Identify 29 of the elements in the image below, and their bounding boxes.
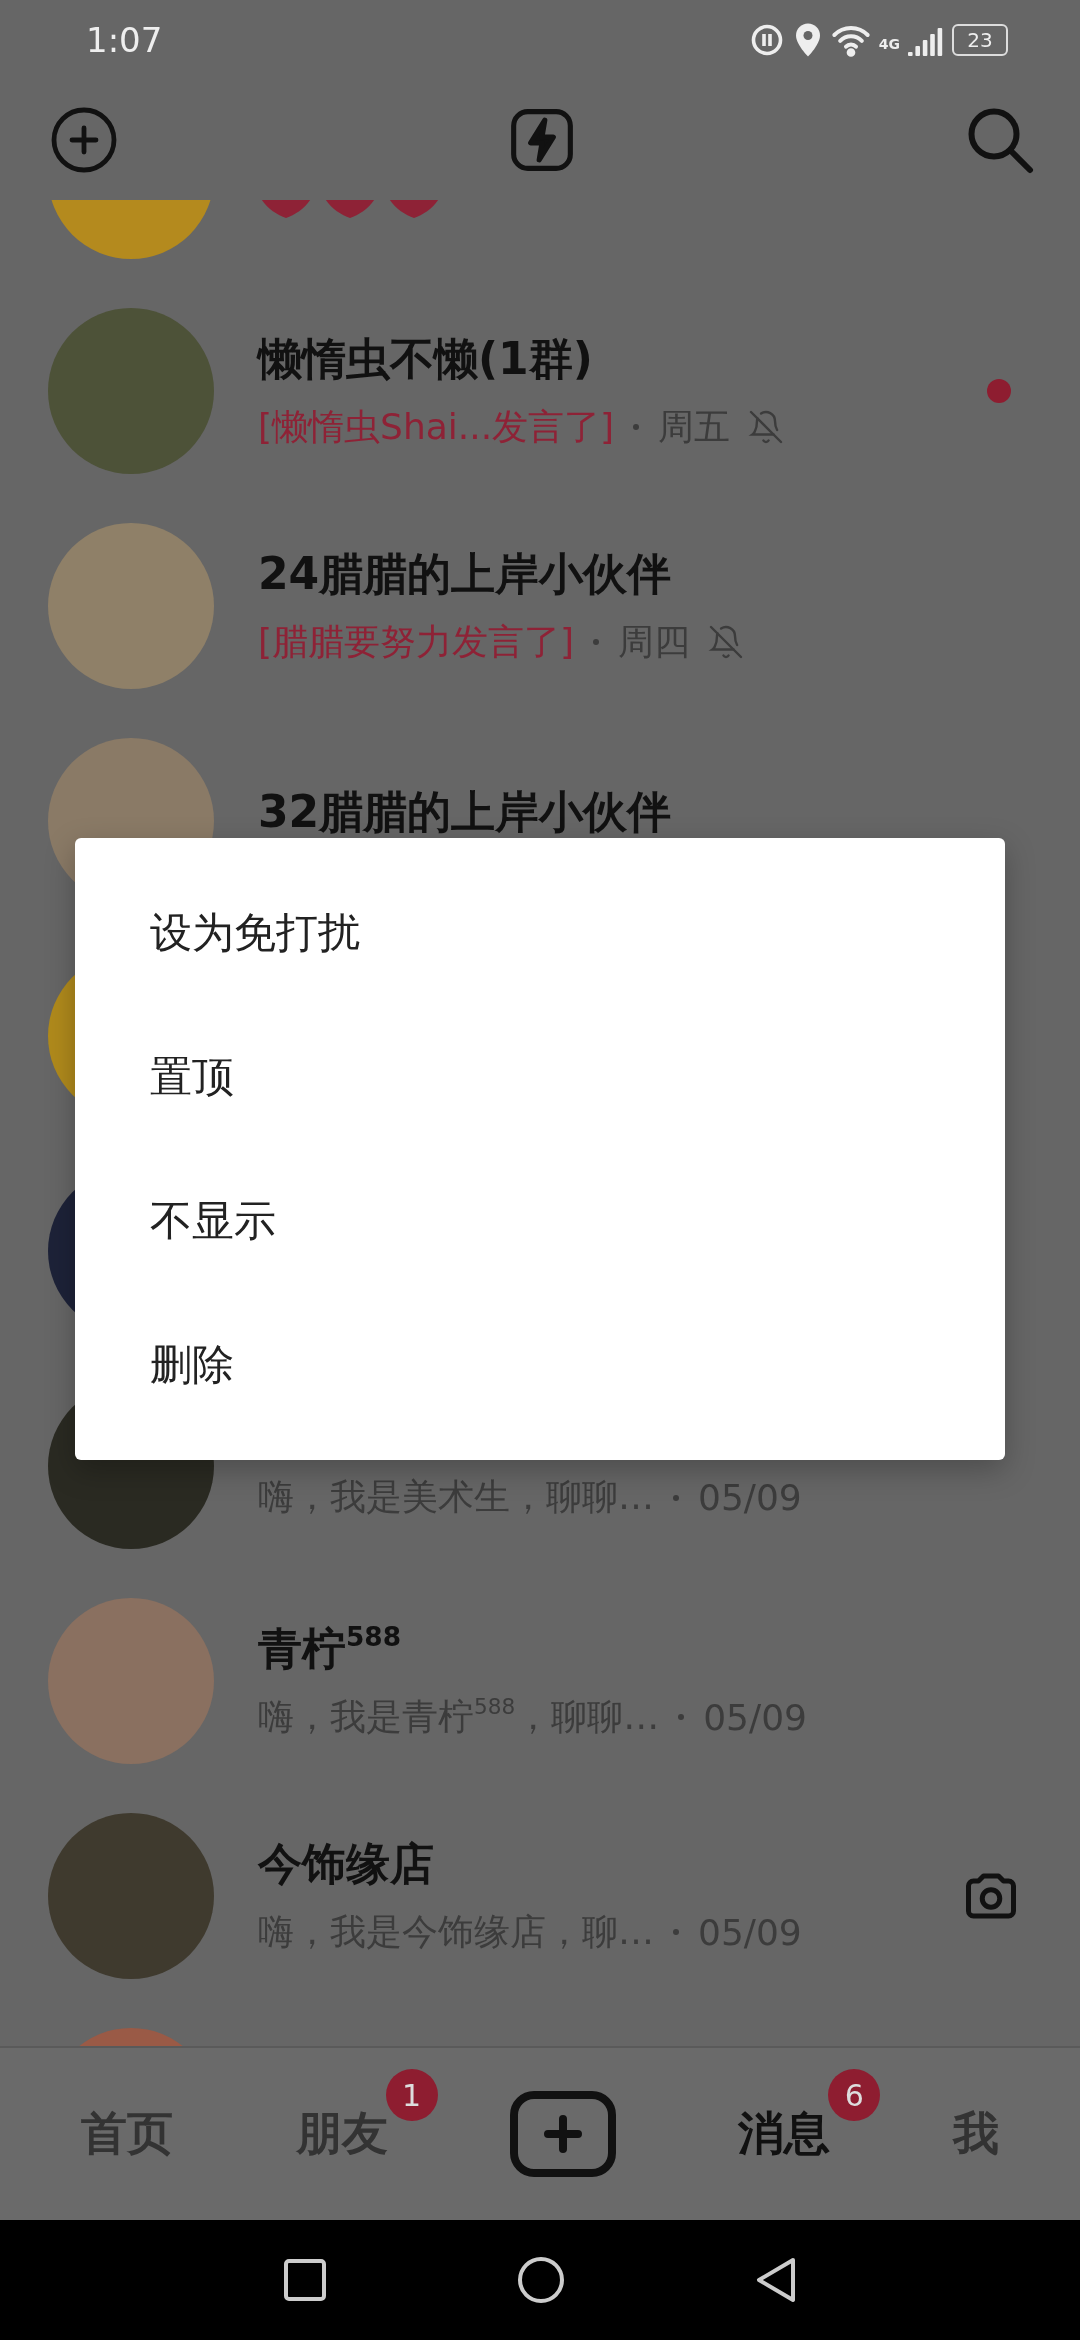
muted-bell-icon: [708, 624, 745, 660]
network-type: 4G: [878, 36, 900, 52]
back-button-icon[interactable]: [755, 2256, 797, 2304]
notification-badge: 6: [828, 2069, 881, 2121]
separator-dot-icon: [672, 1928, 680, 1936]
chat-title: 24腊腊的上岸小伙伴: [258, 546, 673, 601]
menu-item[interactable]: 不显示: [75, 1149, 1005, 1293]
recents-button-icon[interactable]: [283, 2258, 327, 2302]
chat-title: 32腊腊的上岸小伙伴: [258, 785, 673, 839]
chat-title: 今饰缘店: [258, 1836, 435, 1891]
create-post-button[interactable]: [509, 2091, 616, 2177]
battery-icon: 23: [952, 24, 1008, 56]
home-button-icon[interactable]: [517, 2256, 565, 2304]
wifi-icon: [830, 23, 871, 57]
menu-item[interactable]: 置顶: [75, 1005, 1005, 1149]
separator-dot-icon: [677, 1713, 686, 1721]
mention-preview: [懒惰虫Shai...发言了]: [258, 404, 615, 449]
status-time: 1:07: [86, 20, 163, 60]
chat-title: 懒惰虫不懒(1群): [258, 331, 594, 386]
mention-preview: [腊腊要努力发言了]: [258, 619, 575, 664]
lightning-icon[interactable]: [508, 106, 576, 174]
muted-bell-icon: [748, 409, 785, 445]
notification-badge: 1: [385, 2069, 438, 2121]
separator-dot-icon: [672, 1493, 680, 1502]
menu-item[interactable]: 删除: [75, 1293, 1005, 1437]
menu-item[interactable]: 设为免打扰: [75, 861, 1005, 1005]
separator-dot-icon: [632, 423, 641, 431]
separator-dot-icon: [592, 638, 601, 646]
chat-title: 青柠$^{588}$: [258, 1619, 403, 1676]
